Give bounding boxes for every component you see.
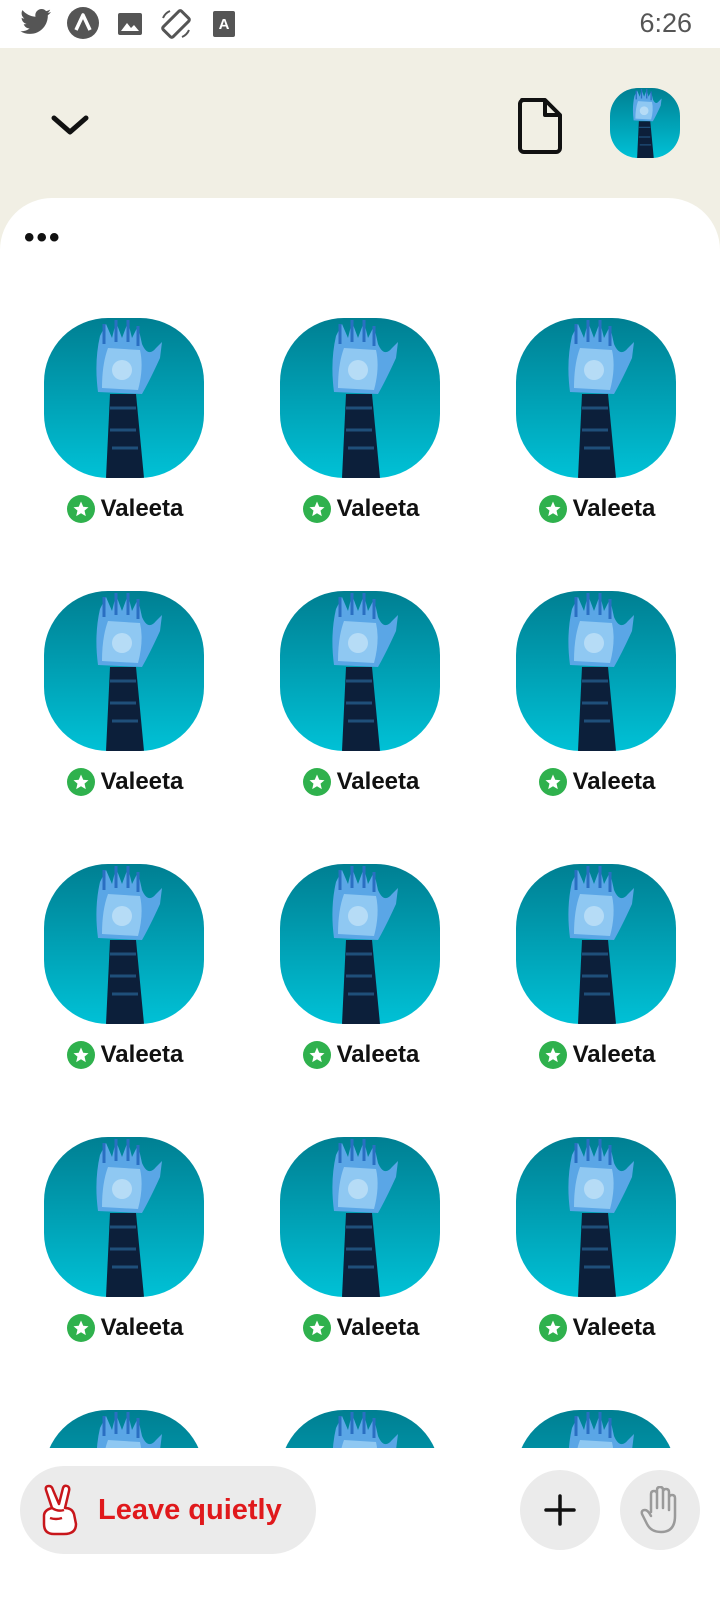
robot-hand-avatar: [44, 864, 204, 1024]
listener-name: Valeeta: [100, 1041, 184, 1068]
robot-hand-avatar: [516, 864, 676, 1024]
listener-grid-viewport: Valeeta Valeeta Valeeta Valeeta Valeeta …: [0, 298, 720, 1588]
more-options-button[interactable]: •••: [24, 223, 62, 253]
star-badge-icon: [302, 495, 331, 523]
star-badge-icon: [538, 768, 567, 796]
star-badge-icon: [66, 495, 95, 523]
room-header: [0, 48, 720, 198]
listener-tile[interactable]: Valeeta: [7, 298, 243, 571]
app-notification-icon: [67, 7, 99, 39]
listener-name: Valeeta: [100, 495, 184, 522]
listener-tile[interactable]: Valeeta: [7, 844, 243, 1117]
raise-hand-icon: [640, 1486, 677, 1534]
star-badge-icon: [302, 1041, 331, 1069]
listener-name: Valeeta: [572, 1314, 656, 1341]
listener-tile[interactable]: Valeeta: [479, 298, 715, 571]
listener-avatar: [44, 864, 204, 1024]
listener-avatar: [280, 318, 440, 478]
screen-rotation-icon: [161, 9, 191, 39]
robot-hand-avatar: [44, 318, 204, 478]
leave-quietly-button[interactable]: Leave quietly: [20, 1466, 316, 1554]
text-a-icon: A: [213, 11, 235, 37]
listener-name: Valeeta: [100, 768, 184, 795]
bottom-action-bar: Leave quietly: [0, 1448, 720, 1600]
listener-grid: Valeeta Valeeta Valeeta Valeeta Valeeta …: [0, 298, 720, 1588]
robot-hand-avatar: [280, 318, 440, 478]
listener-name: Valeeta: [572, 1041, 656, 1068]
listener-tile[interactable]: Valeeta: [7, 571, 243, 844]
add-button[interactable]: [520, 1470, 600, 1550]
star-badge-icon: [66, 1041, 95, 1069]
star-badge-icon: [538, 1041, 567, 1069]
listener-avatar: [280, 1137, 440, 1297]
twitter-icon: [20, 9, 51, 34]
status-time: 6:26: [639, 8, 692, 38]
robot-hand-avatar: [280, 591, 440, 751]
listener-name: Valeeta: [336, 768, 420, 795]
listener-avatar: [516, 864, 676, 1024]
listener-tile[interactable]: Valeeta: [243, 571, 479, 844]
listener-name: Valeeta: [572, 495, 656, 522]
listener-tile[interactable]: Valeeta: [479, 571, 715, 844]
image-icon: [118, 13, 142, 35]
room-rules-button[interactable]: [512, 96, 568, 156]
listener-avatar: [44, 318, 204, 478]
listener-avatar: [516, 318, 676, 478]
raise-hand-button[interactable]: [620, 1470, 700, 1550]
robot-hand-avatar: [516, 318, 676, 478]
listener-name: Valeeta: [336, 1041, 420, 1068]
leave-quietly-label: Leave quietly: [98, 1493, 282, 1526]
listener-tile[interactable]: Valeeta: [479, 1117, 715, 1390]
listener-avatar: [516, 591, 676, 751]
plus-icon: [544, 1494, 576, 1526]
status-bar: A 6:26: [0, 0, 720, 48]
listener-name: Valeeta: [336, 495, 420, 522]
robot-hand-avatar: [44, 1137, 204, 1297]
robot-hand-avatar: [44, 591, 204, 751]
listener-avatar: [516, 1137, 676, 1297]
listener-avatar: [44, 1137, 204, 1297]
star-badge-icon: [66, 768, 95, 796]
robot-hand-avatar: [280, 1137, 440, 1297]
listener-avatar: [280, 591, 440, 751]
listener-avatar: [280, 864, 440, 1024]
listener-name: Valeeta: [336, 1314, 420, 1341]
robot-hand-avatar: [280, 864, 440, 1024]
star-badge-icon: [302, 768, 331, 796]
collapse-button[interactable]: [44, 100, 96, 152]
peace-hand-icon: [42, 1484, 78, 1536]
room-sheet: ••• Valeeta Valeeta Valeeta Valeeta Vale…: [0, 198, 720, 1600]
star-badge-icon: [538, 495, 567, 523]
listener-tile[interactable]: Valeeta: [479, 844, 715, 1117]
robot-hand-avatar: [516, 1137, 676, 1297]
document-icon: [518, 98, 562, 154]
listener-avatar: [44, 591, 204, 751]
listener-tile[interactable]: Valeeta: [243, 1117, 479, 1390]
star-badge-icon: [66, 1314, 95, 1342]
robot-hand-avatar: [610, 88, 680, 158]
robot-hand-avatar: [516, 591, 676, 751]
listener-tile[interactable]: Valeeta: [243, 298, 479, 571]
listener-name: Valeeta: [100, 1314, 184, 1341]
profile-avatar[interactable]: [610, 88, 680, 158]
chevron-down-icon: [51, 115, 89, 135]
star-badge-icon: [538, 1314, 567, 1342]
listener-tile[interactable]: Valeeta: [7, 1117, 243, 1390]
listener-tile[interactable]: Valeeta: [243, 844, 479, 1117]
svg-text:A: A: [219, 16, 230, 33]
star-badge-icon: [302, 1314, 331, 1342]
listener-name: Valeeta: [572, 768, 656, 795]
